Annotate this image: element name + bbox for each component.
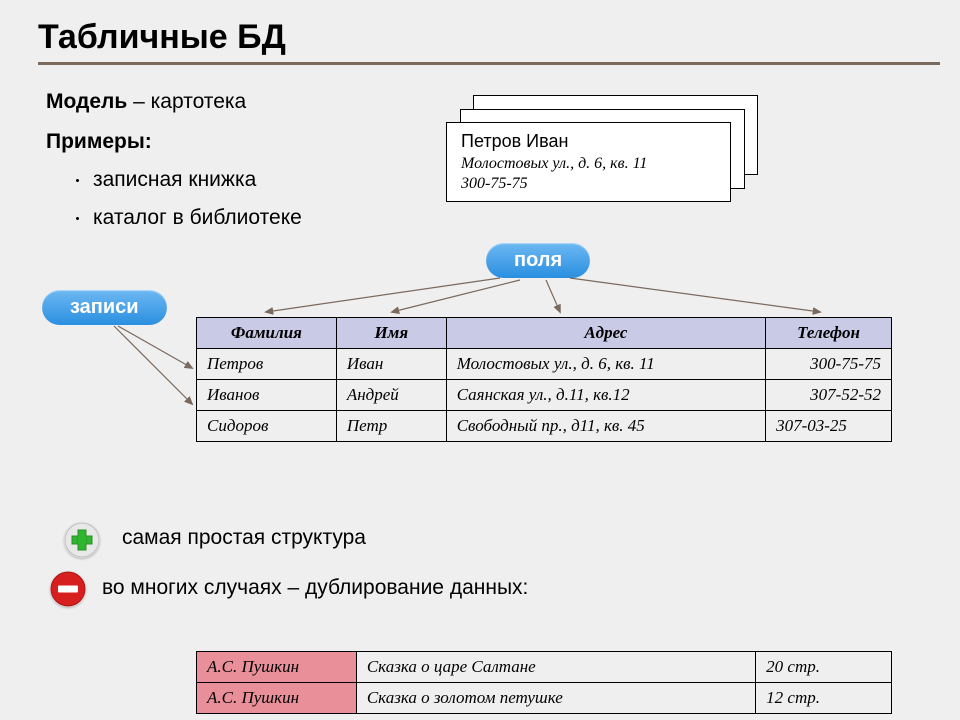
cell: 307-52-52 xyxy=(766,380,892,411)
dup-author: А.С. Пушкин xyxy=(197,652,357,683)
cell: Петр xyxy=(336,411,446,442)
cell: Сидоров xyxy=(197,411,337,442)
example-1-text: записная книжка xyxy=(93,168,256,191)
bullet-icon xyxy=(76,217,79,220)
fields-pill: поля xyxy=(486,243,590,278)
table-row: А.С. Пушкин Сказка о царе Салтане 20 стр… xyxy=(197,652,892,683)
cell: Свободный пр., д11, кв. 45 xyxy=(446,411,765,442)
cell: Петров xyxy=(197,349,337,380)
th-name: Имя xyxy=(336,318,446,349)
dup-pages: 20 стр. xyxy=(756,652,892,683)
table-row: Петров Иван Молостовых ул., д. 6, кв. 11… xyxy=(197,349,892,380)
cell: Саянская ул., д.11, кв.12 xyxy=(446,380,765,411)
model-value: – картотека xyxy=(127,90,246,113)
dup-pages: 12 стр. xyxy=(756,683,892,714)
cell: 307-03-25 xyxy=(766,411,892,442)
th-address: Адрес xyxy=(446,318,765,349)
card-name: Петров Иван xyxy=(447,123,730,154)
examples-label: Примеры: xyxy=(46,130,152,154)
example-2-text: каталог в библиотеке xyxy=(93,206,302,229)
example-1: записная книжка xyxy=(48,168,256,192)
th-surname: Фамилия xyxy=(197,318,337,349)
table-header-row: Фамилия Имя Адрес Телефон xyxy=(197,318,892,349)
table-row: Иванов Андрей Саянская ул., д.11, кв.12 … xyxy=(197,380,892,411)
example-2: каталог в библиотеке xyxy=(48,206,302,230)
contacts-table: Фамилия Имя Адрес Телефон Петров Иван Мо… xyxy=(196,317,892,442)
title-rule xyxy=(38,62,940,65)
plus-text: самая простая структура xyxy=(122,526,366,550)
plus-icon xyxy=(64,522,100,558)
cell: Иванов xyxy=(197,380,337,411)
table-row: А.С. Пушкин Сказка о золотом петушке 12 … xyxy=(197,683,892,714)
slide-title: Табличные БД xyxy=(38,18,286,57)
record-card-front: Петров Иван Молостовых ул., д. 6, кв. 11… xyxy=(446,122,731,202)
model-line: Модель – картотека xyxy=(46,90,246,114)
dup-title: Сказка о царе Салтане xyxy=(356,652,755,683)
cell: 300-75-75 xyxy=(766,349,892,380)
dup-title: Сказка о золотом петушке xyxy=(356,683,755,714)
records-pill: записи xyxy=(42,290,167,325)
bullet-icon xyxy=(76,179,79,182)
cell: Андрей xyxy=(336,380,446,411)
duplication-table: А.С. Пушкин Сказка о царе Салтане 20 стр… xyxy=(196,651,892,714)
cell: Иван xyxy=(336,349,446,380)
cell: Молостовых ул., д. 6, кв. 11 xyxy=(446,349,765,380)
model-label: Модель xyxy=(46,90,127,113)
th-phone: Телефон xyxy=(766,318,892,349)
table-row: Сидоров Петр Свободный пр., д11, кв. 45 … xyxy=(197,411,892,442)
minus-icon xyxy=(50,571,86,607)
dup-author: А.С. Пушкин xyxy=(197,683,357,714)
card-phone: 300-75-75 xyxy=(447,174,730,194)
card-addr: Молостовых ул., д. 6, кв. 11 xyxy=(447,154,730,174)
minus-text: во многих случаях – дублирование данных: xyxy=(102,576,528,600)
